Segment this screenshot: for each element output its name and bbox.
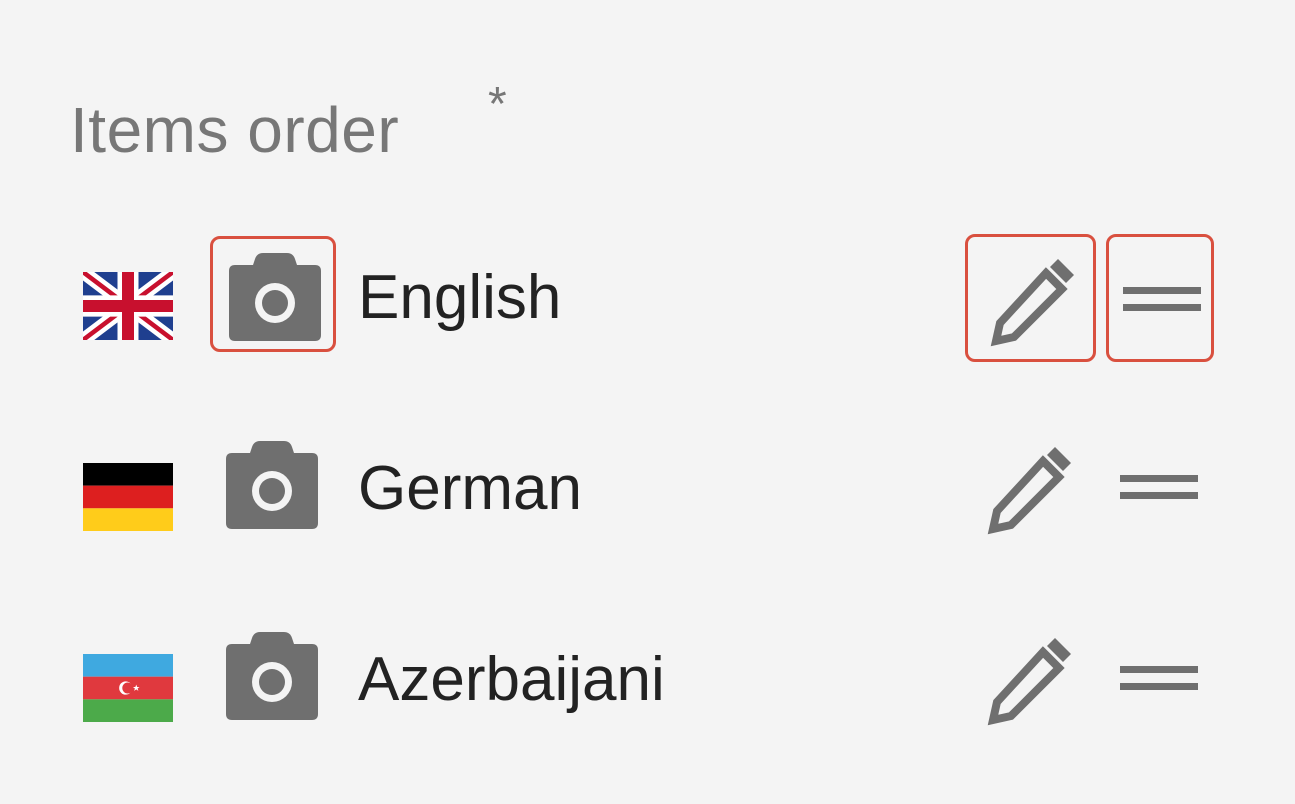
camera-icon (229, 253, 321, 341)
item-label-german: German (358, 454, 582, 523)
add-photo-button[interactable] (210, 618, 336, 734)
item-label-english: English (358, 263, 562, 332)
pencil-icon (987, 638, 1071, 726)
drag-handle-icon (1123, 287, 1201, 311)
drag-handle-icon (1120, 666, 1198, 690)
pencil-icon (990, 259, 1074, 347)
drag-handle-icon (1120, 475, 1198, 499)
azerbaijan-flag-icon (83, 654, 173, 722)
drag-handle[interactable] (1106, 616, 1214, 744)
pencil-icon (987, 447, 1071, 535)
item-label-azerbaijani: Azerbaijani (358, 645, 665, 714)
add-photo-button[interactable] (210, 236, 336, 352)
list-item-german: German (0, 427, 1295, 567)
items-order-list: English German Azerbaijani (0, 0, 1295, 804)
camera-icon (226, 441, 318, 529)
add-photo-button[interactable] (210, 427, 336, 543)
drag-handle[interactable] (1106, 234, 1214, 362)
drag-handle[interactable] (1106, 425, 1214, 553)
edit-button[interactable] (965, 234, 1096, 362)
camera-icon (226, 632, 318, 720)
edit-button[interactable] (965, 425, 1096, 553)
list-item-azerbaijani: Azerbaijani (0, 618, 1295, 758)
germany-flag-icon (83, 463, 173, 531)
list-item-english: English (0, 234, 1295, 376)
edit-button[interactable] (965, 616, 1096, 744)
uk-flag-icon (83, 272, 173, 340)
